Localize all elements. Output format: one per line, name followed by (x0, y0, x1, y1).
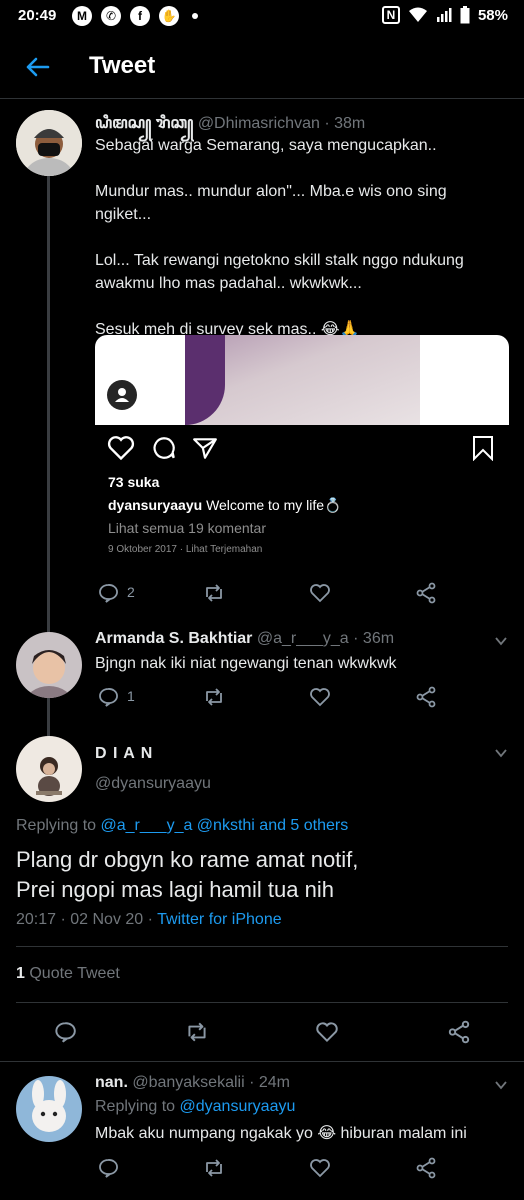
divider (0, 1061, 524, 1062)
whatsapp-icon: ✆ (101, 6, 121, 26)
user-tag-icon[interactable] (107, 380, 137, 410)
facebook-icon: f (130, 6, 150, 26)
tweet-header: nan. @banyaksekalii · 24m (95, 1074, 290, 1092)
reply-count: 1 (127, 688, 135, 704)
caption-text: Welcome to my life💍 (206, 497, 342, 513)
share-icon[interactable] (414, 685, 438, 709)
tweet-header: Armanda S. Bakhtiar @a_r___y_a · 36m (95, 630, 394, 648)
chevron-down-icon[interactable] (494, 634, 508, 648)
handle[interactable]: @Dhimasrichvan (198, 115, 320, 132)
quote-label: Quote Tweet (29, 965, 120, 982)
wifi-icon (408, 7, 427, 22)
replying-to-users[interactable]: @dyansuryaayu (180, 1098, 296, 1115)
post-date: 9 Oktober 2017 · Lihat Terjemahan (108, 544, 262, 555)
status-time: 20:49 (18, 7, 57, 24)
like-icon[interactable] (308, 581, 332, 605)
avatar[interactable] (16, 632, 82, 698)
comment-icon[interactable] (151, 435, 177, 461)
share-icon[interactable] (414, 1156, 438, 1180)
nfc-icon: N (381, 6, 400, 24)
battery-level: 58% (477, 6, 508, 24)
post-date-text: 9 Oktober 2017 (108, 544, 177, 555)
handle[interactable]: @banyaksekalii (132, 1074, 244, 1091)
bookmark-icon[interactable] (471, 435, 495, 461)
quote-tweets-link[interactable]: 1 Quote Tweet (16, 965, 120, 983)
embedded-image[interactable] (95, 335, 509, 425)
translate-link[interactable]: · Lihat Terjemahan (180, 544, 263, 555)
display-name[interactable]: nan. (95, 1074, 128, 1091)
reply-icon[interactable] (96, 685, 120, 709)
heart-icon[interactable] (107, 435, 135, 461)
display-name[interactable]: ꦝꦶꦩꦱ꧀ ꦫꦶꦕ꧀ (95, 115, 193, 132)
retweet-icon[interactable] (202, 581, 226, 605)
instagram-embed: 73 suka dyansuryaayu Welcome to my life💍… (95, 425, 509, 573)
display-name[interactable]: D I A N (95, 745, 153, 763)
retweet-icon[interactable] (184, 1019, 210, 1045)
page-title: Tweet (89, 52, 156, 79)
reply-count: 2 (127, 584, 135, 600)
share-icon[interactable] (446, 1019, 472, 1045)
tweet-meta: 20:17 · 02 Nov 20 · Twitter for iPhone (16, 911, 282, 929)
timestamp: · 38m (324, 115, 366, 132)
caption: dyansuryaayu Welcome to my life💍 (108, 497, 342, 514)
handle[interactable]: @dyansuryaayu (95, 775, 211, 793)
timestamp: · 24m (249, 1074, 290, 1091)
share-icon[interactable] (414, 581, 438, 605)
reply-icon[interactable] (96, 1156, 120, 1180)
tweet-text: Bjngn nak iki niat ngewangi tenan wkwkwk (95, 655, 397, 672)
chevron-down-icon[interactable] (494, 1078, 508, 1092)
divider (16, 1002, 508, 1003)
like-icon[interactable] (314, 1019, 340, 1045)
mail-icon: M (72, 6, 92, 26)
caption-user: dyansuryaayu (108, 497, 203, 513)
avatar[interactable] (16, 1076, 82, 1142)
chevron-down-icon[interactable] (494, 746, 508, 760)
signal-icon (436, 8, 452, 22)
display-name[interactable]: Armanda S. Bakhtiar (95, 630, 252, 647)
back-arrow-icon[interactable] (22, 52, 52, 82)
replying-to: Replying to @a_r___y_a @nksthi and 5 oth… (16, 817, 348, 835)
reply-icon[interactable] (96, 581, 120, 605)
like-icon[interactable] (308, 1156, 332, 1180)
replying-to-users[interactable]: @a_r___y_a @nksthi and 5 others (101, 817, 349, 834)
tweet-text: Mbak aku numpang ngakak yo 😂 hiburan mal… (95, 1125, 467, 1142)
tweet-text: Sebagai warga Semarang, saya mengucapkan… (95, 137, 464, 338)
battery-icon (460, 6, 470, 24)
share-icon[interactable] (192, 435, 218, 461)
divider (16, 946, 508, 947)
reply-icon[interactable] (52, 1019, 78, 1045)
quote-count: 1 (16, 965, 25, 982)
handle[interactable]: @a_r___y_a (257, 630, 349, 647)
retweet-icon[interactable] (202, 685, 226, 709)
avatar[interactable] (16, 736, 82, 802)
timestamp: · 36m (353, 630, 395, 647)
replying-to: Replying to @dyansuryaayu (95, 1098, 295, 1116)
hand-icon: ✋ (159, 6, 179, 26)
status-bar: 20:49 M ✆ f ✋ N 58% (0, 0, 524, 32)
replying-prefix: Replying to (95, 1098, 176, 1115)
tweet-text: Plang dr obgyn ko rame amat notif, Prei … (16, 847, 359, 902)
replying-prefix: Replying to (16, 817, 97, 834)
tweet-source[interactable]: Twitter for iPhone (157, 911, 282, 928)
avatar[interactable] (16, 110, 82, 176)
tweet-datetime: 20:17 · 02 Nov 20 · (16, 911, 153, 928)
retweet-icon[interactable] (202, 1156, 226, 1180)
likes-count: 73 suka (108, 474, 160, 490)
view-comments-link[interactable]: Lihat semua 19 komentar (108, 520, 266, 536)
top-app-bar: Tweet (0, 36, 524, 99)
like-icon[interactable] (308, 685, 332, 709)
notification-dot-icon (192, 13, 198, 19)
